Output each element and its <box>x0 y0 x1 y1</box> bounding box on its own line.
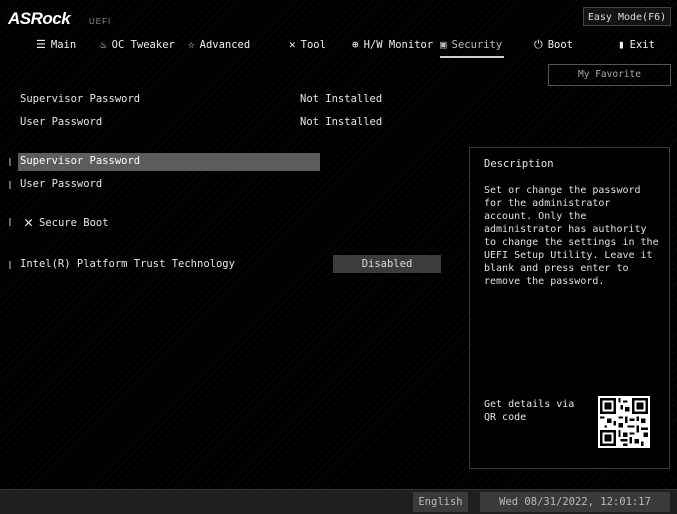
status-label: Supervisor Password <box>20 93 141 105</box>
menu-item-secure-boot[interactable]: ✕ Secure Boot <box>0 213 340 231</box>
tab-boot[interactable]: ⏻ Boot <box>534 36 573 56</box>
description-title: Description <box>484 158 554 170</box>
bullet-marker <box>9 181 11 189</box>
tools-icon: ✕ <box>289 38 296 51</box>
menu-item-label: Intel(R) Platform Trust Technology <box>20 258 235 270</box>
footer-bar: English Wed 08/31/2022, 12:01:17 <box>0 489 677 514</box>
menu-item-label: User Password <box>20 178 103 190</box>
tab-advanced[interactable]: ☆ Advanced <box>188 36 250 56</box>
supervisor-password-status: Supervisor Password Not Installed <box>20 93 420 107</box>
tab-tool[interactable]: ✕ Tool <box>289 36 326 56</box>
menu-item-supervisor-password[interactable]: Supervisor Password <box>0 153 340 171</box>
datetime-display: Wed 08/31/2022, 12:01:17 <box>480 492 670 512</box>
status-value: Not Installed <box>300 93 383 105</box>
shield-icon: ▣ <box>440 38 447 51</box>
my-favorite-button[interactable]: My Favorite <box>548 64 671 86</box>
star-icon: ☆ <box>188 38 195 51</box>
tools-icon: ✕ <box>24 213 34 231</box>
main-nav: ☰ Main ♨ OC Tweaker ☆ Advanced ✕ Tool ⊕ H/W M… <box>0 36 677 58</box>
bullet-marker <box>9 158 11 166</box>
monitor-icon: ⊕ <box>352 38 359 51</box>
list-icon: ☰ <box>36 38 46 51</box>
menu-item-intel-ptt[interactable]: Intel(R) Platform Trust Technology <box>0 256 340 274</box>
language-button[interactable]: English <box>413 492 468 512</box>
bullet-marker <box>9 218 11 226</box>
status-value: Not Installed <box>300 116 383 128</box>
tab-main-label: Main <box>50 39 77 51</box>
tab-oc-tweaker[interactable]: ♨ OC Tweaker <box>100 36 175 56</box>
menu-item-user-password[interactable]: User Password <box>0 176 340 194</box>
description-panel: Description Set or change the password f… <box>469 147 670 469</box>
qr-label: Get details via QR code <box>484 399 575 423</box>
menu-item-label: Supervisor Password <box>20 155 141 167</box>
tab-hw-monitor-label: H/W Monitor <box>363 39 434 51</box>
flame-icon: ♨ <box>100 38 107 51</box>
tab-exit[interactable]: ▮ Exit <box>618 36 655 56</box>
brand-uefi-label: UEFI <box>89 17 112 26</box>
description-text: Set or change the password for the admin… <box>484 185 659 287</box>
tab-oc-tweaker-label: OC Tweaker <box>111 39 175 51</box>
tab-exit-label: Exit <box>629 39 655 51</box>
brand-logo: ASRock <box>8 9 71 28</box>
easy-mode-button[interactable]: Easy Mode(F6) <box>583 7 671 26</box>
user-password-status: User Password Not Installed <box>20 116 420 130</box>
tab-hw-monitor[interactable]: ⊕ H/W Monitor <box>352 36 433 56</box>
bullet-marker <box>9 261 11 269</box>
exit-icon: ▮ <box>618 38 625 51</box>
tab-advanced-label: Advanced <box>199 39 251 51</box>
qr-code-icon <box>598 396 650 448</box>
tab-tool-label: Tool <box>300 39 326 51</box>
menu-item-label-wrap: ✕ Secure Boot <box>24 213 109 231</box>
status-label: User Password <box>20 116 103 128</box>
tab-boot-label: Boot <box>547 39 573 51</box>
power-icon: ⏻ <box>534 38 543 51</box>
tab-security[interactable]: ▣ Security <box>440 36 504 58</box>
tab-main[interactable]: ☰ Main <box>36 36 76 56</box>
menu-item-label: Secure Boot <box>39 217 109 229</box>
tab-security-label: Security <box>451 39 503 51</box>
intel-ptt-value-dropdown[interactable]: Disabled <box>333 255 441 273</box>
